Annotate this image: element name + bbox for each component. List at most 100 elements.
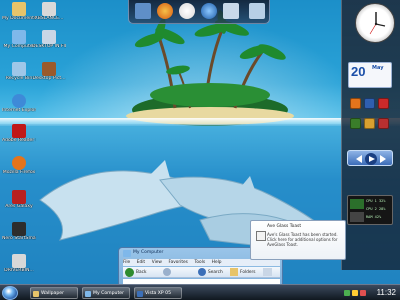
icon-label: My Computer	[3, 44, 35, 49]
forward-icon[interactable]	[163, 268, 171, 276]
desktop-icon-recycle-bin[interactable]: Recycle Bin	[2, 62, 36, 81]
window-title: My Computer	[133, 250, 164, 255]
calendar-month: May	[372, 65, 384, 71]
taskbar: Wallpaper My Computer Vista XP 05 11:32	[0, 284, 400, 300]
shortcut-icon	[42, 2, 56, 16]
menu-file[interactable]: File	[123, 260, 130, 265]
back-arrow-icon[interactable]	[125, 268, 134, 277]
search-button[interactable]: Search	[208, 268, 223, 277]
waterline	[0, 118, 400, 126]
desktop-icon-shortcut[interactable]: XBSLANCE...	[32, 2, 66, 21]
ram-row: RAM 42%	[366, 215, 382, 219]
play-icon[interactable]	[201, 3, 217, 19]
firefox-icon	[12, 156, 26, 170]
taskbar-item-vista[interactable]: Vista XP 05	[134, 287, 182, 299]
desktop-icon-my-documents[interactable]: My Documents	[2, 2, 36, 21]
desktop-icon-firefox[interactable]: Mozilla Firefox	[2, 156, 36, 175]
cpu-row: CPU 1 32%	[366, 199, 386, 203]
pdf-icon[interactable]	[378, 98, 389, 109]
icon-label: Desktop Pict...	[32, 76, 66, 81]
start-button[interactable]	[2, 286, 18, 300]
desktop-icon-nero[interactable]: Nero StartSmart	[2, 222, 36, 241]
system-tray: 11:32	[342, 287, 398, 299]
desktop-icon-driver[interactable]: DRIVERBIN...	[2, 254, 36, 273]
menu-bar: File Edit View Favorites Tools Help	[123, 259, 280, 266]
ie-icon[interactable]	[364, 98, 375, 109]
menu-favorites[interactable]: Favorites	[169, 260, 188, 265]
folder-documents-icon	[12, 2, 26, 16]
desktop-icon-exe[interactable]: DESKTOP IN FILE.EXE	[32, 30, 66, 49]
folder-icon[interactable]	[364, 118, 375, 129]
calendar-gadget[interactable]: 20 May	[348, 62, 392, 88]
clock-hands	[369, 12, 386, 35]
taskbar-item-my-computer[interactable]: My Computer	[82, 287, 130, 299]
desktop-icon-internet-explorer[interactable]: Internet Explorer	[2, 94, 36, 113]
menu-edit[interactable]: Edit	[137, 260, 145, 265]
toast-notification[interactable]: Ave Glass Toast Ave's Glass Toast has be…	[250, 220, 346, 260]
recycle-bin-icon	[12, 62, 26, 76]
desktop-icon-adobe-reader[interactable]: Adobe Reader 8	[2, 124, 36, 143]
cpu-row: CPU 2 28%	[366, 207, 386, 211]
computer-icon	[12, 30, 26, 44]
ie-icon	[12, 94, 26, 108]
icon-label: My Documents	[2, 16, 36, 21]
menu-help[interactable]: Help	[212, 260, 222, 265]
app-icon	[256, 231, 266, 241]
cpu-meter-gadget[interactable]: CPU 1 32% CPU 2 28% RAM 42%	[347, 195, 393, 225]
top-dock	[128, 0, 270, 24]
media-icon[interactable]	[179, 3, 195, 19]
image-icon	[42, 62, 56, 76]
taskbar-item-wallpaper[interactable]: Wallpaper	[30, 287, 78, 299]
computer-icon	[85, 291, 91, 297]
desktop-icon-my-computer[interactable]: My Computer	[2, 30, 36, 49]
network-icon[interactable]	[344, 290, 350, 296]
icon-label: Ares Galaxy	[5, 204, 33, 209]
analog-clock	[355, 3, 395, 43]
window-icon	[137, 291, 143, 297]
icon-label: Mozilla Firefox	[2, 170, 36, 175]
firefox-icon[interactable]	[350, 98, 361, 109]
menu-tools[interactable]: Tools	[195, 260, 206, 265]
search-icon[interactable]	[198, 268, 206, 276]
pdf-icon	[12, 124, 26, 138]
icon-label: Recycle Bin	[5, 76, 33, 81]
folders-icon[interactable]	[230, 268, 238, 276]
views-icon[interactable]	[263, 268, 272, 276]
file-icon	[42, 30, 56, 44]
volume-icon[interactable]	[352, 290, 358, 296]
tool-icon[interactable]	[378, 118, 389, 129]
back-button[interactable]: Back	[136, 268, 146, 277]
driver-icon	[12, 254, 26, 268]
firefox-icon[interactable]	[157, 3, 173, 19]
icon-label: DRIVERBIN...	[4, 268, 34, 273]
desktop-icon-ares[interactable]: Ares Galaxy	[2, 190, 36, 209]
mail-icon[interactable]	[223, 3, 239, 19]
media-controls	[356, 153, 386, 165]
taskbar-clock[interactable]: 11:32	[377, 287, 396, 299]
calendar-day: 20	[351, 64, 366, 79]
nero-icon	[12, 222, 26, 236]
taskbar-item-label: Vista XP 05	[145, 291, 172, 296]
menu-view[interactable]: View	[152, 260, 162, 265]
taskbar-item-label: My Computer	[93, 291, 124, 296]
toast-body: Ave's Glass Toast has been started. Clic…	[267, 232, 338, 247]
folders-button[interactable]: Folders	[240, 268, 256, 277]
icon-label: Adobe Reader 8	[2, 138, 36, 143]
ram-chip-icon	[350, 212, 364, 222]
taskbar-item-label: Wallpaper	[41, 291, 64, 296]
computer-icon	[123, 250, 131, 257]
icon-label: DESKTOP IN FILE.EXE	[32, 44, 66, 49]
media-player-gadget[interactable]	[347, 150, 393, 166]
launcher-icon[interactable]	[350, 118, 361, 129]
folder-icon	[33, 291, 39, 297]
icon-label: XBSLANCE...	[34, 16, 64, 21]
trash-icon[interactable]	[249, 3, 265, 19]
monitor-icon[interactable]	[135, 3, 151, 19]
toolbar: Back Search Folders	[123, 267, 280, 278]
desktop-icon-picture[interactable]: Desktop Pict...	[32, 62, 66, 81]
alert-icon[interactable]	[360, 290, 366, 296]
cpu-chip-icon	[350, 199, 364, 209]
icon-label: Nero StartSmart	[2, 236, 36, 241]
toast-title: Ave Glass Toast	[267, 224, 302, 229]
ares-icon	[12, 190, 26, 204]
